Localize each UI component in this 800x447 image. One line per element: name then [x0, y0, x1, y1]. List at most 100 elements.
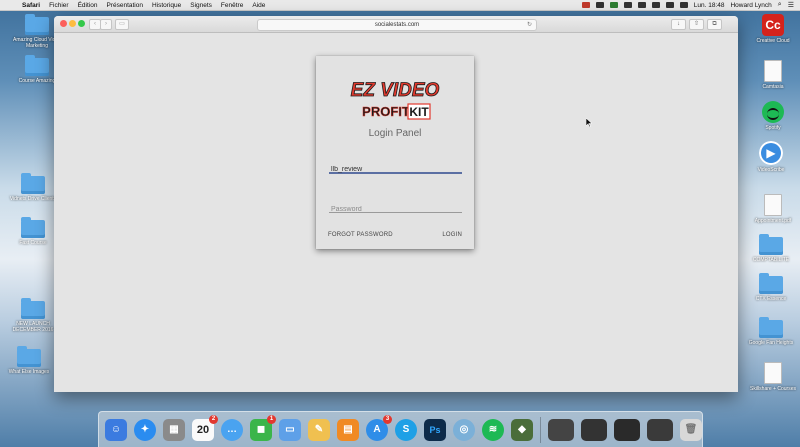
desktop-item-label: COMPTABILITE [752, 257, 790, 263]
desktop-folder[interactable]: Vidnets Drive Clients [6, 173, 60, 202]
wifi-icon[interactable] [651, 2, 660, 8]
pages-icon[interactable]: ✎ [308, 418, 330, 441]
minimize-window-button[interactable] [69, 20, 76, 27]
messages-icon[interactable]: … [221, 418, 243, 441]
desktop-folder[interactable]: What Else Images [2, 346, 56, 375]
address-bar[interactable]: socialestats.com ↻ [257, 19, 537, 31]
menu-historique[interactable]: Historique [152, 2, 181, 9]
folder-icon [17, 346, 41, 367]
logo-line2-profit: PROFIT [362, 104, 410, 119]
zoom-window-button[interactable] [78, 20, 85, 27]
facetime-badge: 1 [267, 414, 276, 424]
desktop-item-label: Skillshare + Courses [750, 386, 796, 392]
browser-toolbar: ‹ › ▭ socialestats.com ↻ ↓ ⇧ ⧉ [54, 16, 738, 33]
login-button[interactable]: LOGIN [442, 232, 462, 238]
desktop-item-label: NEW LAUNCH DECEMBER 2016 [12, 321, 54, 333]
menu-edition[interactable]: Édition [78, 2, 98, 9]
menu-app-name[interactable]: Safari [22, 2, 40, 9]
desktop-item-label: Spotify [765, 125, 781, 131]
app-status-icon[interactable] [595, 2, 604, 8]
close-window-button[interactable] [60, 20, 67, 27]
folder-icon [21, 173, 45, 194]
folder-icon [759, 273, 783, 294]
volume-icon[interactable] [665, 2, 674, 8]
desktop-file[interactable]: Skillshare + Courses [746, 362, 800, 392]
menu-signets[interactable]: Signets [190, 2, 212, 9]
calendar-badge: 2 [209, 414, 218, 424]
spotify-dock-icon[interactable]: ≋ [482, 418, 504, 441]
desktop-item-label: What Else Images [8, 369, 50, 375]
safari-window: ‹ › ▭ socialestats.com ↻ ↓ ⇧ ⧉ EZ VIDEO … [54, 16, 738, 392]
forward-button[interactable]: › [100, 19, 112, 30]
keynote-icon[interactable]: ▭ [279, 418, 301, 441]
minimized-window-icon[interactable] [548, 418, 574, 441]
menu-presentation[interactable]: Présentation [106, 2, 143, 9]
camtasia-icon[interactable]: ◆ [511, 418, 533, 441]
desktop-folder[interactable]: Fast Course [6, 217, 60, 246]
sync-status-icon[interactable] [609, 2, 618, 8]
document-icon [764, 60, 782, 82]
facetime-icon[interactable]: ◼ 1 [250, 414, 276, 441]
app-store-badge: 3 [383, 414, 392, 424]
app-store-icon[interactable]: A 3 [366, 414, 392, 441]
status-area: Lun. 18:48 Howard Lynch ⌕ ☰ [581, 0, 794, 10]
share-button[interactable]: ⇧ [689, 19, 704, 30]
ibooks-icon[interactable]: ▤ [337, 418, 359, 441]
dropbox-status-icon[interactable] [623, 2, 632, 8]
desktop-item-label: Appointment.pdf [754, 218, 792, 224]
desktop-item-label: Creative Cloud [756, 38, 790, 44]
calendar-icon[interactable]: 20 2 [192, 414, 218, 441]
username-field[interactable] [329, 158, 466, 177]
skype-icon[interactable]: S [395, 418, 417, 441]
forgot-password-button[interactable]: FORGOT PASSWORD [328, 232, 393, 238]
desktop-app-videoscribe[interactable]: ▶ VideoScribe [744, 141, 798, 173]
ez-video-profit-kit-logo: EZ VIDEO PROFIT KIT [350, 80, 440, 120]
dock: ☺ ✦ ▦ 20 2 … ◼ 1 ▭ ✎ ▤ A 3 S Ps ◎ ≋ ◆ 🗑 [98, 411, 703, 447]
menu-aide[interactable]: Aide [252, 2, 265, 9]
spotlight-search-icon[interactable]: ⌕ [778, 1, 782, 9]
downloads-button[interactable]: ↓ [671, 19, 686, 30]
menu-fenetre[interactable]: Fenêtre [221, 2, 243, 9]
tab-overview-button[interactable]: ⧉ [707, 19, 722, 30]
minimized-window-icon[interactable] [614, 418, 640, 441]
desktop-app-creative-cloud[interactable]: Cc Creative Cloud [746, 14, 800, 44]
minimized-window-icon[interactable] [581, 418, 607, 441]
battery-icon[interactable] [679, 2, 688, 8]
desktop-file[interactable]: Appointment.pdf [746, 194, 800, 224]
airplay-status-icon[interactable] [637, 2, 646, 8]
pdf-document-icon [764, 194, 782, 216]
address-url: socialestats.com [374, 22, 420, 28]
desktop-folder[interactable]: Google Fan Heights [744, 317, 798, 346]
desktop-app-spotify[interactable]: Spotify [746, 101, 800, 131]
reload-icon[interactable]: ↻ [527, 20, 532, 30]
desktop-item-label: Fast Course [19, 240, 47, 246]
desktop-folder[interactable]: CTX Essence [744, 273, 798, 302]
menu-fichier[interactable]: Fichier [49, 2, 69, 9]
desktop-folder[interactable]: NEW LAUNCH DECEMBER 2016 [6, 298, 60, 333]
dock-separator [540, 416, 541, 443]
login-panel-title: Login Panel [368, 128, 422, 139]
menubar-clock[interactable]: Lun. 18:48 [694, 2, 725, 9]
finder-icon[interactable]: ☺ [105, 418, 127, 441]
menubar-user[interactable]: Howard Lynch [730, 2, 771, 9]
safari-icon[interactable]: ✦ [134, 418, 156, 441]
photoshop-icon[interactable]: Ps [424, 418, 446, 441]
desktop-item-label: CTX Essence [755, 296, 787, 302]
password-field[interactable] [329, 198, 466, 217]
desktop-folder[interactable]: COMPTABILITE [744, 234, 798, 263]
trash-icon[interactable]: 🗑 [680, 418, 702, 441]
desktop-file[interactable]: Camtasia [746, 60, 800, 90]
menu-bar: Safari Fichier Édition Présentation Hist… [0, 0, 800, 11]
record-status-icon[interactable] [581, 2, 590, 8]
password-input[interactable] [329, 202, 466, 217]
desktop-item-label: Google Fan Heights [748, 340, 794, 346]
videoscribe-icon: ▶ [759, 141, 783, 165]
notification-center-icon[interactable]: ☰ [788, 1, 794, 9]
minimized-window-icon[interactable] [647, 418, 673, 441]
username-input[interactable] [329, 162, 466, 177]
launchpad-icon[interactable]: ▦ [163, 418, 185, 441]
preview-icon[interactable]: ◎ [453, 418, 475, 441]
sidebar-toggle-button[interactable]: ▭ [115, 19, 129, 30]
folder-icon [21, 298, 45, 319]
desktop-item-label: Camtasia [762, 84, 784, 90]
